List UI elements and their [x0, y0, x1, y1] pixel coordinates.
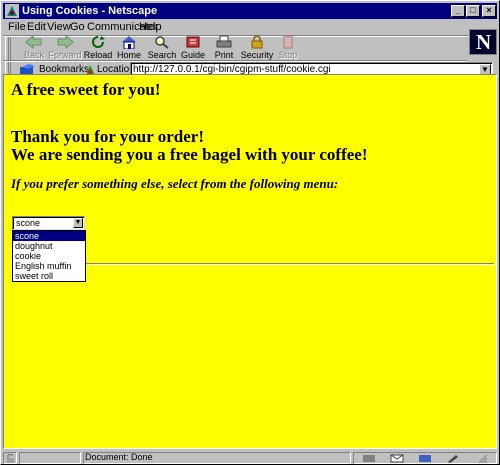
security-status-cell[interactable] — [3, 452, 17, 464]
sweet-select[interactable]: scone ▼ — [12, 216, 85, 230]
netscape-n-icon: N — [476, 30, 492, 54]
component-bar — [353, 452, 497, 464]
reload-button[interactable]: Reload — [81, 35, 115, 61]
search-icon — [155, 36, 169, 49]
stop-icon — [283, 35, 293, 49]
print-label: Print — [214, 50, 234, 60]
stop-label: Stop — [278, 50, 298, 60]
heading-free-bagel: We are sending you a free bagel with you… — [11, 145, 368, 164]
maximize-button[interactable]: □ — [466, 5, 480, 17]
chevron-down-icon: ▼ — [481, 65, 489, 74]
forward-label: Forward — [48, 50, 82, 60]
option-doughnut[interactable]: doughnut — [13, 241, 85, 251]
close-icon: × — [486, 5, 492, 15]
browser-window: Using Cookies - Netscape _ □ × File Edit… — [0, 0, 500, 465]
discussion-groups-icon[interactable] — [418, 454, 432, 463]
maximize-icon: □ — [470, 5, 476, 15]
menu-view[interactable]: View — [47, 21, 71, 33]
page-content: A free sweet for you! Thank you for your… — [3, 74, 497, 449]
stop-button[interactable]: Stop — [271, 35, 305, 61]
horizontal-rule — [86, 263, 494, 265]
forward-arrow-icon — [57, 35, 74, 49]
chevron-down-icon: ▼ — [74, 219, 82, 226]
sweet-options-list: scone doughnut cookie English muffin swe… — [12, 230, 86, 282]
menu-edit[interactable]: Edit — [27, 21, 46, 33]
security-label: Security — [240, 50, 274, 60]
option-sweet-roll[interactable]: sweet roll — [13, 271, 85, 281]
option-english-muffin[interactable]: English muffin — [13, 261, 85, 271]
menu-bar: File Edit View Go Communicator Help — [3, 19, 497, 35]
sweet-select-value: scone — [16, 218, 41, 228]
heading-thank-you: Thank you for your order! — [11, 127, 205, 146]
navigation-toolbar: Back Forward Reload Home Search Guide Pr… — [3, 35, 497, 61]
home-label: Home — [116, 50, 141, 60]
close-button[interactable]: × — [482, 5, 496, 17]
composer-icon[interactable] — [446, 454, 460, 463]
back-button[interactable]: Back — [17, 35, 51, 61]
search-button[interactable]: Search — [145, 35, 179, 61]
security-button[interactable]: Security — [240, 35, 274, 61]
status-bar: Document: Done — [3, 451, 497, 464]
option-cookie[interactable]: cookie — [13, 251, 85, 261]
option-scone[interactable]: scone — [13, 231, 85, 241]
progress-cell — [19, 452, 81, 464]
guide-button[interactable]: Guide — [176, 35, 210, 61]
reload-icon — [92, 36, 105, 48]
mail-icon[interactable] — [390, 454, 404, 463]
menu-go[interactable]: Go — [70, 21, 85, 33]
guide-icon — [186, 36, 200, 48]
netscape-throbber-logo[interactable]: N — [469, 29, 497, 55]
menu-file[interactable]: File — [8, 21, 26, 33]
title-bar[interactable]: Using Cookies - Netscape _ □ × — [3, 3, 497, 19]
home-button[interactable]: Home — [112, 35, 146, 61]
print-button[interactable]: Print — [207, 35, 241, 61]
menu-prompt: If you prefer something else, select fro… — [11, 176, 339, 191]
home-icon — [122, 36, 136, 49]
guide-label: Guide — [180, 50, 206, 60]
print-icon — [216, 35, 232, 48]
status-text: Document: Done — [85, 452, 153, 462]
heading-free-sweet: A free sweet for you! — [11, 80, 161, 99]
search-label: Search — [147, 50, 177, 60]
minimize-button[interactable]: _ — [451, 5, 465, 17]
menu-help[interactable]: Help — [139, 21, 162, 33]
netscape-app-icon — [5, 4, 19, 18]
forward-button[interactable]: Forward — [48, 35, 82, 61]
sweet-select-dropdown-button[interactable]: ▼ — [73, 218, 83, 228]
reload-label: Reload — [83, 50, 113, 60]
toolbar-grip[interactable] — [5, 37, 11, 60]
navigator-icon[interactable] — [362, 454, 376, 463]
minimize-icon: _ — [455, 5, 461, 15]
security-lock-icon — [251, 35, 263, 49]
resize-grip-icon[interactable] — [478, 454, 488, 463]
unlocked-icon — [7, 454, 14, 463]
back-label: Back — [23, 50, 44, 60]
back-arrow-icon — [25, 35, 42, 49]
window-title: Using Cookies - Netscape — [22, 5, 158, 17]
